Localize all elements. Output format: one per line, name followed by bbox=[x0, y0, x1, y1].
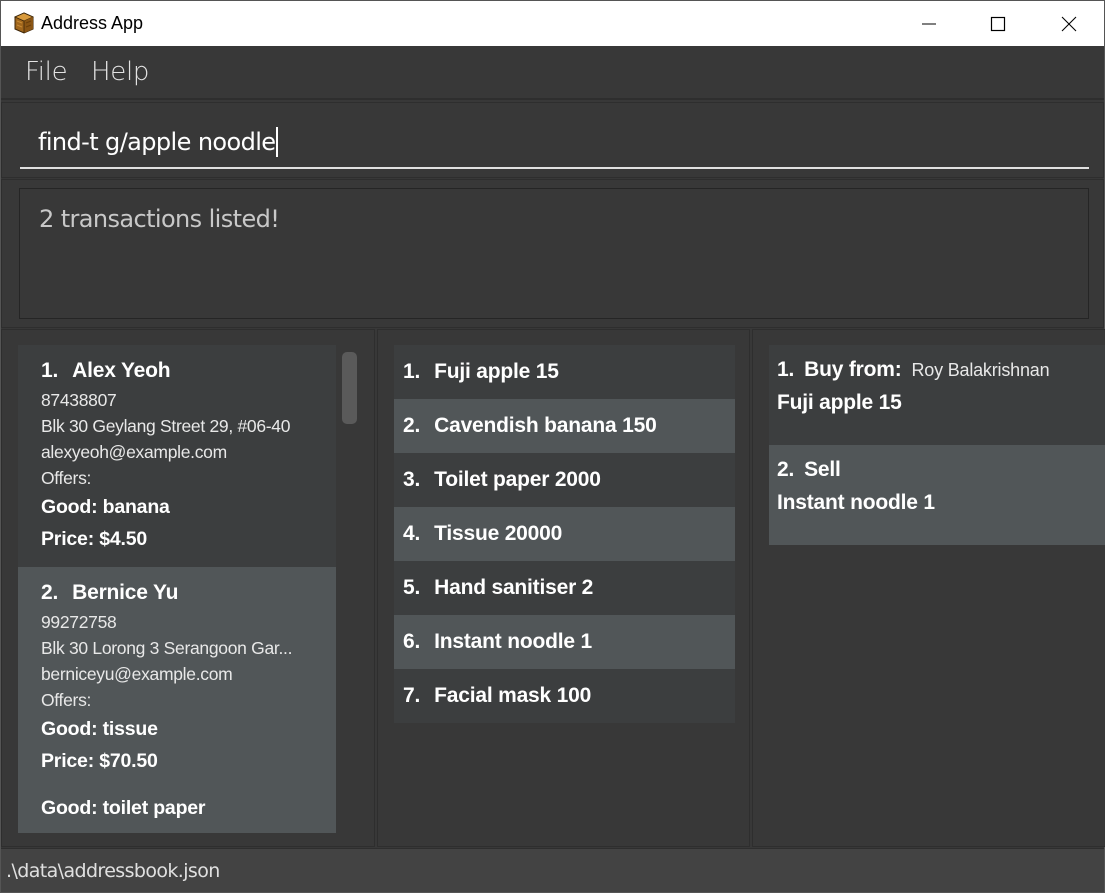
transaction-index: 2. bbox=[777, 458, 795, 481]
good-label: Hand sanitiser 2 bbox=[434, 576, 594, 599]
offer-good: Good: toilet paper bbox=[41, 797, 206, 819]
person-name-row: 1. Alex Yeoh bbox=[18, 345, 336, 383]
good-label: Cavendish banana 150 bbox=[434, 414, 657, 437]
minimize-icon bbox=[922, 23, 936, 24]
menu-file[interactable]: File bbox=[25, 57, 68, 87]
good-index: 5. bbox=[403, 576, 421, 599]
window-title: Address App bbox=[41, 13, 144, 33]
good-index: 4. bbox=[403, 522, 421, 545]
good-index: 7. bbox=[403, 684, 421, 707]
menu-bar: File Help bbox=[1, 46, 1104, 100]
transaction-header: 1. Buy from: Roy Balakrishnan bbox=[777, 345, 1105, 391]
transaction-header: 2. Sell bbox=[777, 445, 1105, 491]
person-phone: 87438807 bbox=[41, 390, 117, 410]
result-message: 2 transactions listed! bbox=[39, 205, 280, 233]
transaction-good: Fuji apple 15 bbox=[777, 391, 902, 414]
transaction-list-panel[interactable]: 1. Buy from: Roy Balakrishnan Fuji apple 1… bbox=[752, 329, 1105, 847]
person-card[interactable]: 2. Bernice Yu 99272758 Blk 30 Lorong 3 Se… bbox=[18, 567, 336, 833]
transaction-type: Buy from: bbox=[804, 358, 902, 381]
goods-list-item[interactable]: 4. Tissue 20000 bbox=[394, 507, 735, 561]
good-index: 6. bbox=[403, 630, 421, 653]
person-list-scrollbar[interactable] bbox=[342, 352, 357, 424]
goods-list-panel[interactable]: 1. Fuji apple 15 2. Cavendish banana 150 3… bbox=[377, 329, 750, 847]
command-input[interactable]: find-t g/apple noodle bbox=[20, 113, 1089, 169]
command-input-value: find-t g/apple noodle bbox=[38, 128, 276, 156]
app-window: Address App File Help find-t g/apple noo… bbox=[0, 0, 1105, 893]
close-icon bbox=[1061, 16, 1077, 31]
person-address: Blk 30 Geylang Street 29, #06-40 bbox=[41, 416, 291, 436]
close-button[interactable] bbox=[1035, 1, 1103, 46]
crate-icon bbox=[13, 12, 35, 34]
good-label: Toilet paper 2000 bbox=[434, 468, 601, 491]
transaction-list: 1. Buy from: Roy Balakrishnan Fuji apple 1… bbox=[769, 345, 1105, 545]
result-display-pane: 2 transactions listed! bbox=[1, 179, 1104, 328]
person-card[interactable]: 1. Alex Yeoh 87438807 Blk 30 Geylang Stre… bbox=[18, 345, 336, 567]
transaction-good: Instant noodle 1 bbox=[777, 491, 935, 514]
transaction-type: Sell bbox=[804, 458, 841, 481]
person-index: 1. bbox=[41, 359, 59, 382]
minimize-button[interactable] bbox=[895, 1, 963, 46]
goods-list-item[interactable]: 1. Fuji apple 15 bbox=[394, 345, 735, 399]
good-index: 1. bbox=[403, 360, 421, 383]
person-list-panel[interactable]: 1. Alex Yeoh 87438807 Blk 30 Geylang Stre… bbox=[1, 329, 375, 847]
good-label: Facial mask 100 bbox=[434, 684, 592, 707]
person-name: Alex Yeoh bbox=[72, 359, 171, 382]
transaction-card[interactable]: 2. Sell Instant noodle 1 bbox=[769, 445, 1105, 545]
offers-label: Offers: bbox=[41, 468, 92, 488]
person-address: Blk 30 Lorong 3 Serangoon Gar... bbox=[41, 638, 293, 658]
person-index: 2. bbox=[41, 581, 59, 604]
save-location: .\data\addressbook.json bbox=[6, 860, 220, 882]
status-bar: .\data\addressbook.json bbox=[1, 848, 1104, 892]
transaction-party: Roy Balakrishnan bbox=[911, 360, 1050, 380]
maximize-button[interactable] bbox=[964, 1, 1032, 46]
good-label: Tissue 20000 bbox=[434, 522, 563, 545]
maximize-icon bbox=[990, 16, 1006, 31]
good-index: 3. bbox=[403, 468, 421, 491]
offer-price: Price: $70.50 bbox=[41, 750, 158, 772]
good-label: Instant noodle 1 bbox=[434, 630, 592, 653]
text-caret bbox=[276, 127, 279, 157]
offers-label: Offers: bbox=[41, 690, 92, 710]
command-box-pane: find-t g/apple noodle bbox=[1, 102, 1104, 178]
offer-good: Good: banana bbox=[41, 496, 170, 518]
title-bar: Address App bbox=[1, 1, 1104, 46]
transaction-card[interactable]: 1. Buy from: Roy Balakrishnan Fuji apple 1… bbox=[769, 345, 1105, 445]
goods-list-item[interactable]: 7. Facial mask 100 bbox=[394, 669, 735, 723]
goods-list-item[interactable]: 5. Hand sanitiser 2 bbox=[394, 561, 735, 615]
goods-list: 1. Fuji apple 15 2. Cavendish banana 150 3… bbox=[394, 345, 735, 723]
goods-list-item[interactable]: 3. Toilet paper 2000 bbox=[394, 453, 735, 507]
result-display[interactable]: 2 transactions listed! bbox=[19, 188, 1089, 319]
goods-list-item[interactable]: 6. Instant noodle 1 bbox=[394, 615, 735, 669]
good-label: Fuji apple 15 bbox=[434, 360, 559, 383]
person-email: berniceyu@example.com bbox=[41, 664, 233, 684]
goods-list-item[interactable]: 2. Cavendish banana 150 bbox=[394, 399, 735, 453]
person-phone: 99272758 bbox=[41, 612, 117, 632]
menu-help[interactable]: Help bbox=[91, 57, 149, 87]
offer-good: Good: tissue bbox=[41, 718, 158, 740]
person-name: Bernice Yu bbox=[72, 581, 179, 604]
person-email: alexyeoh@example.com bbox=[41, 442, 227, 462]
offer-price: Price: $4.50 bbox=[41, 528, 148, 550]
person-name-row: 2. Bernice Yu bbox=[18, 567, 336, 605]
good-index: 2. bbox=[403, 414, 421, 437]
transaction-index: 1. bbox=[777, 358, 795, 381]
